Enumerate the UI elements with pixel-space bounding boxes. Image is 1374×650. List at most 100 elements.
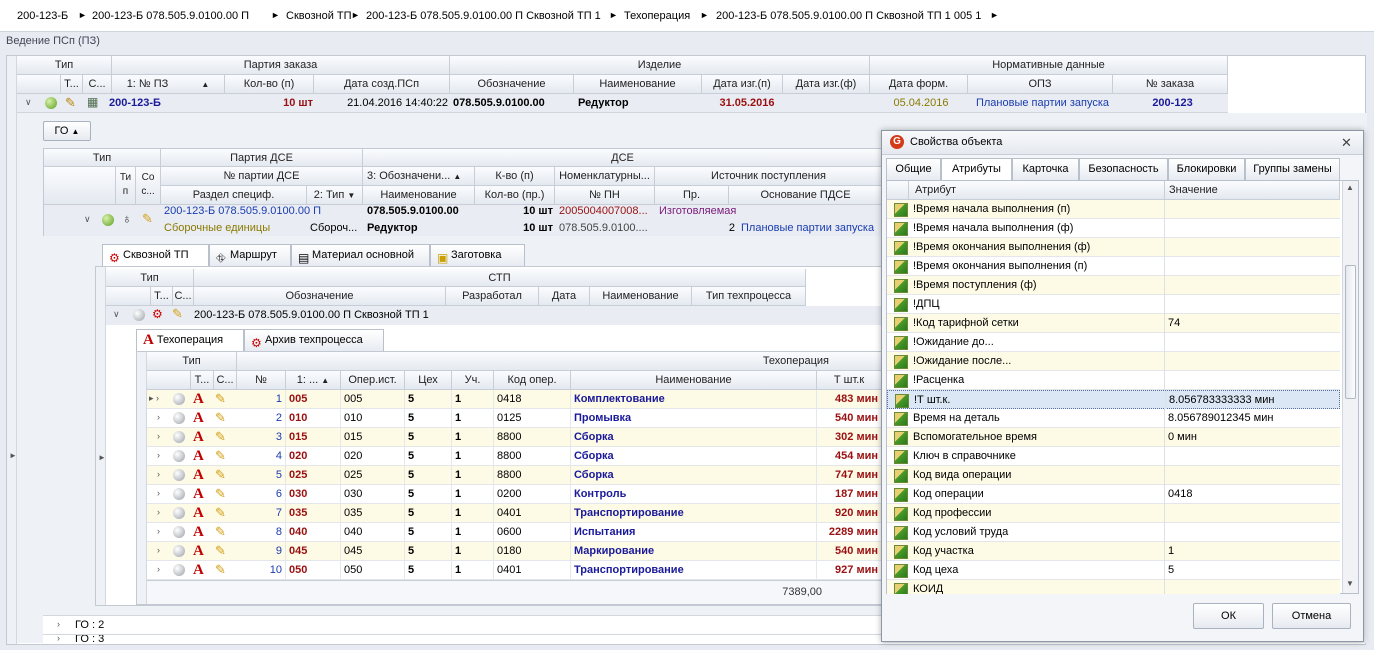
tab-general[interactable]: Общие bbox=[886, 158, 941, 180]
attr-row[interactable]: !Расценка bbox=[887, 371, 1340, 390]
tab-attributes[interactable]: Атрибуты bbox=[941, 158, 1012, 181]
attr-row[interactable]: Код вида операции bbox=[887, 466, 1340, 485]
attr-row[interactable]: Ключ в справочнике bbox=[887, 447, 1340, 466]
chevron-down-icon[interactable]: ∨ bbox=[113, 309, 120, 320]
attr-row[interactable]: Код условий труда bbox=[887, 523, 1340, 542]
attr-row[interactable]: !Время начала выполнения (п) bbox=[887, 200, 1340, 219]
attr-row[interactable]: !Ожидание до... bbox=[887, 333, 1340, 352]
breadcrumb-item[interactable]: Техоперация bbox=[624, 10, 690, 22]
tab-replace-groups[interactable]: Группы замены bbox=[1245, 158, 1340, 180]
op-row[interactable]: › A ✎ 5 025 025 5 1 8800 Сборка 747 мин bbox=[147, 466, 882, 485]
chevron-down-icon[interactable]: ∨ bbox=[25, 97, 32, 108]
attr-col-name[interactable]: Атрибут bbox=[909, 181, 1165, 200]
op-col-t[interactable]: Т... bbox=[191, 371, 214, 390]
chevron-right-icon[interactable]: › bbox=[57, 619, 60, 629]
stp-col-dev[interactable]: Разработал bbox=[446, 287, 539, 306]
attr-row[interactable]: Код цеха 5 bbox=[887, 561, 1340, 580]
breadcrumb-item[interactable]: 200-123-Б 078.505.9.0100.00 П Сквозной Т… bbox=[716, 10, 981, 22]
col-pz[interactable]: 1: № ПЗ ▲ bbox=[112, 75, 225, 94]
dse-col-nomen[interactable]: Номенклатурны... bbox=[555, 167, 655, 186]
attr-row[interactable]: !Время начала выполнения (ф) bbox=[887, 219, 1340, 238]
dse-col-designation[interactable]: 3: Обозначени... ▲ bbox=[363, 167, 475, 186]
dse-row[interactable]: ∨ ♁ ✎ 200-123-Б 078.505.9.0100.00 П Сбор… bbox=[44, 205, 883, 236]
close-icon[interactable]: ✕ bbox=[1341, 135, 1352, 151]
op-col-uch[interactable]: Уч. bbox=[452, 371, 494, 390]
expand-icon[interactable]: ► bbox=[9, 451, 17, 460]
col-date-created[interactable]: Дата созд.ПСп bbox=[314, 75, 450, 94]
op-row[interactable]: › A ✎ 10 050 050 5 1 0401 Транспортирование 927 … bbox=[147, 561, 882, 580]
attr-row[interactable]: !Т шт.к. 8.056783333333 мин bbox=[887, 390, 1340, 410]
expand-icon[interactable]: ► bbox=[98, 453, 106, 462]
chevron-right-icon[interactable]: › bbox=[157, 469, 160, 479]
col-t[interactable]: Т... bbox=[61, 75, 83, 94]
cancel-button[interactable]: Отмена bbox=[1272, 603, 1351, 629]
dse-col-qty[interactable]: К-во (п) bbox=[475, 167, 555, 186]
go-dropdown-button[interactable]: ГО ▲ bbox=[43, 121, 91, 141]
stp-row[interactable]: ∨ ⚙ ✎ 200-123-Б 078.505.9.0100.00 П Скво… bbox=[106, 306, 882, 325]
col-qty[interactable]: Кол-во (п) bbox=[225, 75, 314, 94]
tab-archive[interactable]: ⚙ Архив техпроцесса bbox=[244, 329, 384, 351]
op-row[interactable]: › A ✎ 7 035 035 5 1 0401 Транспортирование 920 м… bbox=[147, 504, 882, 523]
chevron-right-icon[interactable]: › bbox=[157, 488, 160, 498]
stp-col-date[interactable]: Дата bbox=[539, 287, 590, 306]
tab-blank[interactable]: ▣ Заготовка bbox=[430, 244, 525, 266]
chevron-right-icon[interactable]: › bbox=[157, 431, 160, 441]
tab-security[interactable]: Безопасность bbox=[1079, 158, 1168, 180]
dse-basis[interactable]: Плановые партии запуска bbox=[741, 219, 881, 238]
order-opz[interactable]: Плановые партии запуска bbox=[970, 94, 1115, 113]
tab-route[interactable]: ⛗ Маршрут bbox=[209, 244, 291, 266]
breadcrumb-item[interactable]: Сквозной ТП bbox=[286, 10, 352, 22]
order-row[interactable]: ∨ ✎ ▦ 200-123-Б 10 шт 21.04.2016 14:40:2… bbox=[17, 94, 1228, 113]
attr-row[interactable]: Код профессии bbox=[887, 504, 1340, 523]
tab-through-tp[interactable]: ⚙ Сквозной ТП bbox=[102, 244, 209, 267]
attr-row[interactable]: !Время поступления (ф) bbox=[887, 276, 1340, 295]
breadcrumb-item[interactable]: 200-123-Б bbox=[17, 10, 68, 22]
op-row[interactable]: › A ✎ 9 045 045 5 1 0180 Маркирование 540 мин bbox=[147, 542, 882, 561]
dialog-titlebar[interactable]: G Свойства объекта ✕ bbox=[882, 131, 1363, 155]
op-row[interactable]: › A ✎ 6 030 030 5 1 0200 Контроль 187 мин bbox=[147, 485, 882, 504]
tab-locks[interactable]: Блокировки bbox=[1168, 158, 1245, 180]
chevron-right-icon[interactable]: › bbox=[157, 507, 160, 517]
attr-row[interactable]: !ДПЦ bbox=[887, 295, 1340, 314]
op-row[interactable]: ▸ › A ✎ 1 005 005 5 1 0418 Комплектование 483 ми… bbox=[147, 390, 882, 409]
op-col-code[interactable]: Код опер. bbox=[494, 371, 571, 390]
stp-col-designation[interactable]: Обозначение bbox=[194, 287, 446, 306]
col-order-no[interactable]: № заказа bbox=[1113, 75, 1228, 94]
attr-row[interactable]: Вспомогательное время 0 мин bbox=[887, 428, 1340, 447]
op-col-no[interactable]: № bbox=[237, 371, 286, 390]
attr-row[interactable]: !Ожидание после... bbox=[887, 352, 1340, 371]
col-date-plan[interactable]: Дата изг.(п) bbox=[702, 75, 783, 94]
go-row[interactable]: › ГО : 2 bbox=[43, 615, 883, 634]
go-row[interactable]: › ГО : 3 bbox=[43, 634, 883, 644]
col-name[interactable]: Наименование bbox=[574, 75, 702, 94]
op-col-name[interactable]: Наименование bbox=[571, 371, 817, 390]
scroll-down-icon[interactable]: ▼ bbox=[1346, 579, 1354, 588]
op-row[interactable]: › A ✎ 4 020 020 5 1 8800 Сборка 454 мин bbox=[147, 447, 882, 466]
attr-row[interactable]: Код участка 1 bbox=[887, 542, 1340, 561]
op-col-src[interactable]: Опер.ист. bbox=[341, 371, 405, 390]
op-col-op[interactable]: 1: ... ▲ bbox=[286, 371, 341, 390]
op-row[interactable]: › A ✎ 2 010 010 5 1 0125 Промывка 540 мин bbox=[147, 409, 882, 428]
tab-material[interactable]: ▤ Материал основной bbox=[291, 244, 430, 266]
op-row[interactable]: › A ✎ 3 015 015 5 1 8800 Сборка 302 мин bbox=[147, 428, 882, 447]
breadcrumb-item[interactable]: 200-123-Б 078.505.9.0100.00 П Сквозной Т… bbox=[366, 10, 601, 22]
stp-col-t[interactable]: Т... bbox=[151, 287, 173, 306]
attr-row[interactable]: !Время окончания выполнения (ф) bbox=[887, 238, 1340, 257]
dse-col-so[interactable]: Со с... bbox=[136, 167, 161, 205]
attr-row[interactable]: КОИД bbox=[887, 580, 1340, 594]
dse-col-ti[interactable]: Ти п bbox=[116, 167, 136, 205]
chevron-down-icon[interactable]: ∨ bbox=[84, 214, 91, 225]
attr-col-value[interactable]: Значение bbox=[1165, 181, 1340, 200]
op-col-shop[interactable]: Цех bbox=[405, 371, 452, 390]
chevron-right-icon[interactable]: › bbox=[157, 545, 160, 555]
op-row[interactable]: › A ✎ 8 040 040 5 1 0600 Испытания 2289 мин bbox=[147, 523, 882, 542]
col-designation[interactable]: Обозначение bbox=[450, 75, 574, 94]
dse-col-party-no[interactable]: № партии ДСЕ bbox=[161, 167, 363, 186]
col-date-form[interactable]: Дата форм. bbox=[870, 75, 968, 94]
attr-row[interactable]: !Время окончания выполнения (п) bbox=[887, 257, 1340, 276]
scrollbar-thumb[interactable] bbox=[1345, 265, 1356, 399]
scroll-up-icon[interactable]: ▲ bbox=[1346, 183, 1354, 192]
attr-row[interactable]: Код операции 0418 bbox=[887, 485, 1340, 504]
col-date-fact[interactable]: Дата изг.(ф) bbox=[783, 75, 870, 94]
chevron-right-icon[interactable]: ▸ › bbox=[149, 393, 159, 404]
